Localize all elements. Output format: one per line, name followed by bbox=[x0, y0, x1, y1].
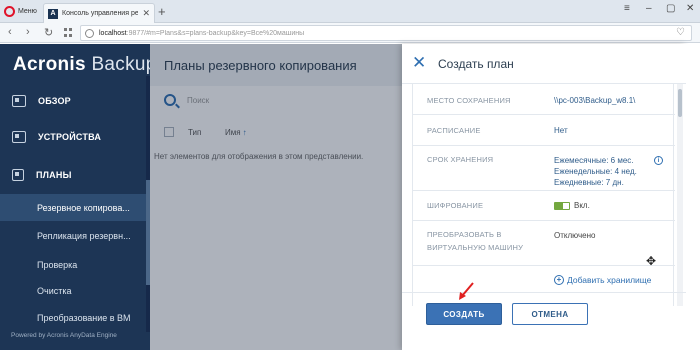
nav-devices-label: УСТРОЙСТВА bbox=[38, 132, 102, 142]
speed-dial-icon[interactable] bbox=[64, 28, 73, 37]
setting-convert-vm[interactable]: ПРЕОБРАЗОВАТЬ В ВИРТУАЛЬНУЮ МАШИНУ Отклю… bbox=[413, 220, 675, 265]
info-icon[interactable]: i bbox=[654, 156, 663, 165]
browser-tab-title: Консоль управления резер bbox=[62, 10, 139, 17]
address-bar-row: ‹ › ↻ localhost :9877/#m=Plans&s=plans-b… bbox=[0, 23, 700, 43]
panel-scrollbar[interactable] bbox=[677, 84, 683, 306]
minimize-icon[interactable]: – bbox=[646, 3, 652, 14]
schedule-label: РАСПИСАНИЕ bbox=[427, 126, 481, 135]
main-content: Планы резервного копирования Поиск Тип И… bbox=[150, 44, 402, 350]
nav-plans-label: ПЛАНЫ bbox=[36, 170, 72, 180]
back-icon[interactable]: ‹ bbox=[8, 26, 12, 38]
setting-encryption[interactable]: ШИФРОВАНИЕ Вкл. bbox=[413, 190, 675, 220]
forward-icon[interactable]: › bbox=[26, 26, 30, 38]
sidebar-item-label: Резервное копирова... bbox=[37, 202, 130, 213]
nav-dashboard-label: ОБЗОР bbox=[38, 96, 71, 106]
sidebar-item-label: Репликация резервн... bbox=[37, 230, 131, 241]
create-button[interactable]: СОЗДАТЬ bbox=[426, 303, 502, 325]
encryption-label: ШИФРОВАНИЕ bbox=[427, 201, 484, 210]
dashboard-icon bbox=[12, 95, 26, 107]
page-right-margin bbox=[686, 44, 700, 350]
devices-icon bbox=[12, 131, 26, 143]
modal-overlay[interactable] bbox=[150, 44, 402, 350]
retention-weekly[interactable]: Еженедельные: 4 нед. bbox=[554, 166, 637, 177]
storage-label: МЕСТО СОХРАНЕНИЯ bbox=[427, 96, 511, 105]
acronis-backup-logo: Acronis Backup bbox=[13, 54, 157, 75]
plan-settings: МЕСТО СОХРАНЕНИЯ \\pc-003\Backup_w8.1\ Р… bbox=[412, 84, 675, 306]
powered-by-text: Powered by Acronis AnyData Engine bbox=[11, 332, 117, 339]
nav-dashboard[interactable]: ОБЗОР bbox=[0, 82, 150, 120]
browser-tab[interactable]: A Консоль управления резер ✕ bbox=[43, 3, 155, 23]
setting-storage[interactable]: МЕСТО СОХРАНЕНИЯ \\pc-003\Backup_w8.1\ bbox=[413, 84, 675, 114]
heart-icon[interactable]: ♡ bbox=[676, 27, 685, 38]
url-path: :9877/#m=Plans&s=plans-backup&key=Все%20… bbox=[126, 29, 305, 37]
schedule-value[interactable]: Нет bbox=[554, 125, 568, 136]
encryption-value[interactable]: Вкл. bbox=[554, 200, 590, 211]
close-window-icon[interactable]: ✕ bbox=[686, 3, 694, 14]
red-pointer-arrow-icon bbox=[459, 282, 474, 300]
panel-scrollbar-thumb[interactable] bbox=[678, 89, 682, 117]
sidebar-item-label: Очистка bbox=[37, 285, 72, 296]
plans-icon bbox=[12, 169, 24, 181]
browser-tab-bar: Меню A Консоль управления резер ✕ + ≡ – … bbox=[0, 0, 700, 23]
setting-retention[interactable]: СРОК ХРАНЕНИЯ Ежемесячные: 6 мес. Еженед… bbox=[413, 145, 675, 190]
retention-label: СРОК ХРАНЕНИЯ bbox=[427, 155, 494, 164]
panel-title: Создать план bbox=[438, 57, 514, 71]
sidebar-item-convert-vm[interactable]: Преобразование в ВМ bbox=[0, 304, 150, 331]
convert-value[interactable]: Отключено bbox=[554, 230, 595, 241]
new-tab-button[interactable]: + bbox=[158, 4, 166, 19]
browser-menu-label: Меню bbox=[18, 8, 37, 15]
reload-icon[interactable]: ↻ bbox=[44, 26, 53, 39]
convert-label-line-1: ПРЕОБРАЗОВАТЬ В bbox=[427, 230, 502, 239]
sidebar-item-label: Преобразование в ВМ bbox=[37, 312, 131, 323]
nav-devices[interactable]: УСТРОЙСТВА bbox=[0, 118, 150, 156]
sidebar-item-validation[interactable]: Проверка bbox=[0, 251, 150, 278]
retention-monthly[interactable]: Ежемесячные: 6 мес. bbox=[554, 155, 634, 166]
sidebar: Acronis Backup ОБЗОР УСТРОЙСТВА ПЛАНЫ Ре… bbox=[0, 44, 156, 350]
sidebar-item-cleanup[interactable]: Очистка bbox=[0, 277, 150, 304]
browser-menu-button[interactable]: Меню bbox=[4, 4, 37, 19]
close-tab-icon[interactable]: ✕ bbox=[142, 8, 150, 19]
opera-logo-icon bbox=[4, 6, 15, 17]
encryption-toggle[interactable] bbox=[554, 201, 570, 210]
storage-value[interactable]: \\pc-003\Backup_w8.1\ bbox=[554, 95, 635, 106]
globe-icon bbox=[85, 28, 94, 38]
close-icon[interactable]: ✕ bbox=[412, 53, 426, 73]
sidebar-item-label: Проверка bbox=[37, 259, 78, 270]
add-storage-label: Добавить хранилище bbox=[567, 275, 652, 285]
convert-label-line-2: ВИРТУАЛЬНУЮ МАШИНУ bbox=[427, 243, 524, 252]
setting-schedule[interactable]: РАСПИСАНИЕ Нет bbox=[413, 114, 675, 145]
plus-circle-icon: + bbox=[554, 275, 564, 285]
add-storage-link[interactable]: + Добавить хранилище bbox=[554, 275, 651, 285]
sidebar-item-backup[interactable]: Резервное копирова... bbox=[0, 194, 150, 221]
panel-header: ✕ Создать план bbox=[402, 44, 686, 84]
retention-daily[interactable]: Ежедневные: 7 дн. bbox=[554, 177, 624, 188]
tab-menu-icon[interactable]: ≡ bbox=[624, 3, 630, 14]
move-cursor-icon: ✥ bbox=[646, 254, 657, 268]
create-plan-panel: ✕ Создать план МЕСТО СОХРАНЕНИЯ \\pc-003… bbox=[402, 44, 686, 350]
acronis-favicon-icon: A bbox=[48, 8, 58, 19]
url-input[interactable]: localhost :9877/#m=Plans&s=plans-backup&… bbox=[80, 25, 692, 41]
url-host: localhost bbox=[99, 29, 127, 37]
cancel-button[interactable]: ОТМЕНА bbox=[512, 303, 588, 325]
nav-plans[interactable]: ПЛАНЫ bbox=[0, 156, 150, 194]
maximize-icon[interactable]: ▢ bbox=[666, 3, 675, 14]
sidebar-item-replication[interactable]: Репликация резервн... bbox=[0, 222, 150, 249]
